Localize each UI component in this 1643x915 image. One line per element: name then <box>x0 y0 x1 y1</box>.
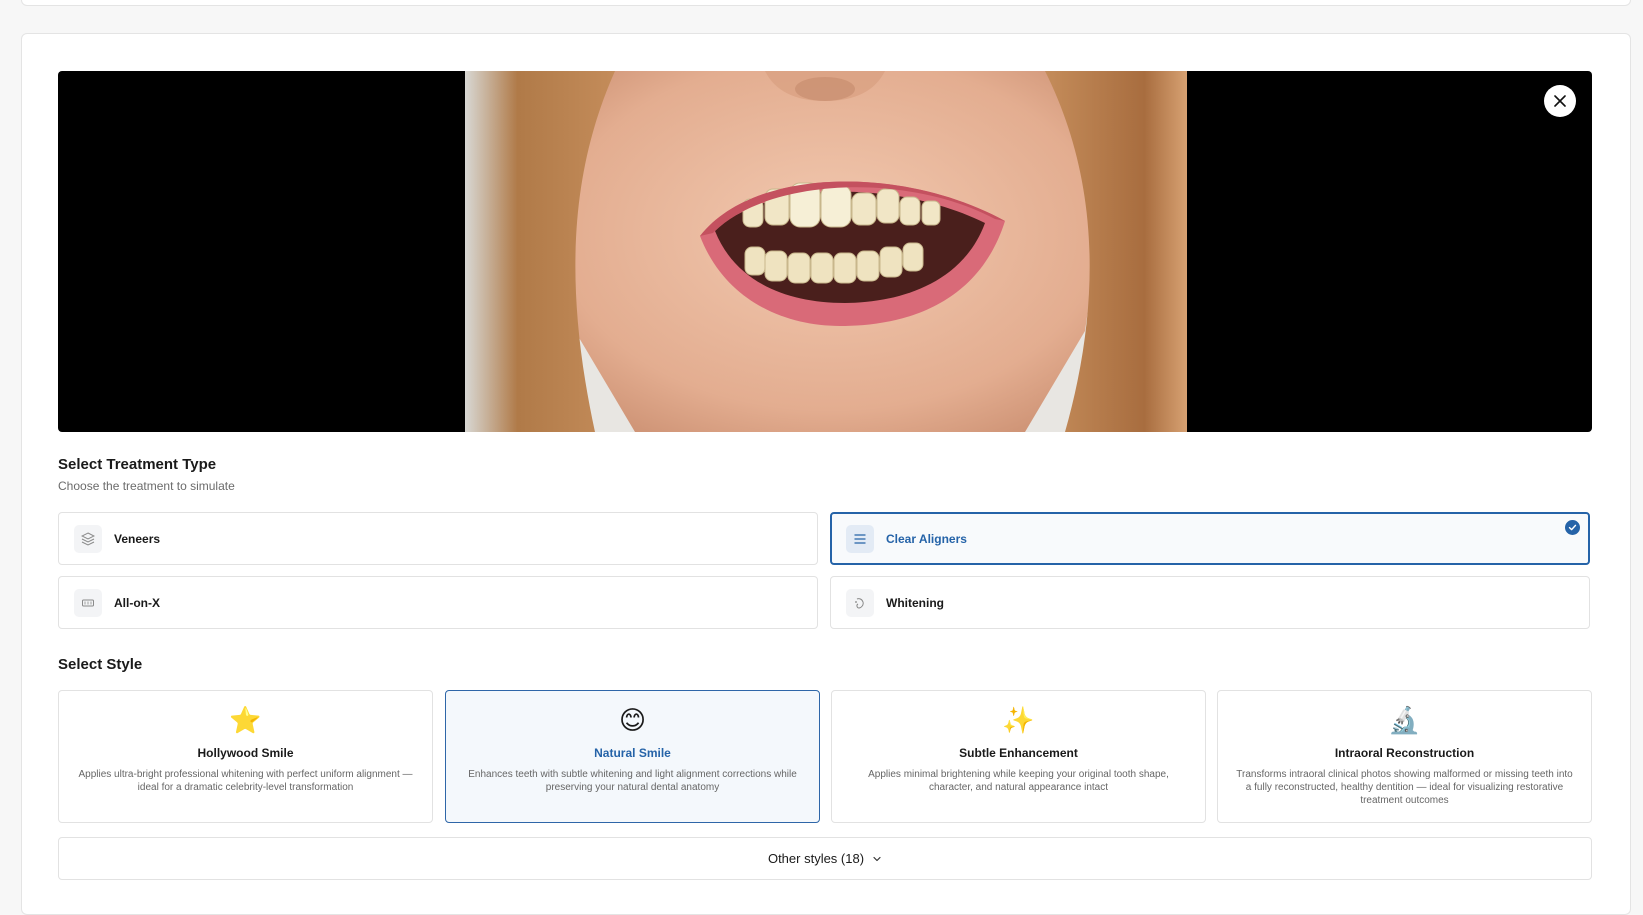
style-description: Applies ultra-bright professional whiten… <box>78 769 413 793</box>
other-styles-label: Other styles (18) <box>767 851 865 866</box>
sparkles-icon: ✨ <box>1002 706 1035 736</box>
style-name: Subtle Enhancement <box>959 746 1078 760</box>
style-name: Natural Smile <box>594 746 671 760</box>
menu-lines-icon <box>846 524 874 553</box>
treatment-section-title: Select Treatment Type <box>58 456 217 473</box>
smiling-face-icon: 😊 <box>618 706 647 736</box>
style-card-natural-smile[interactable]: 😊 Natural Smile Enhances teeth with subt… <box>445 690 820 823</box>
style-name: Hollywood Smile <box>197 746 294 760</box>
implant-bar-icon <box>74 588 102 617</box>
style-card-intraoral-reconstruction[interactable]: 🔬 Intraoral Reconstruction Transforms in… <box>1217 690 1592 823</box>
uploaded-smile-photo <box>465 71 1187 432</box>
microscope-icon: 🔬 <box>1388 706 1421 736</box>
checkmark-icon <box>1565 520 1580 535</box>
treatment-option-veneers[interactable]: Veneers <box>58 512 818 565</box>
style-name: Intraoral Reconstruction <box>1334 746 1475 760</box>
close-preview-button[interactable] <box>1544 85 1576 117</box>
treatment-option-whitening[interactable]: Whitening <box>830 576 1590 629</box>
previous-card <box>21 0 1631 6</box>
treatment-option-label: Veneers <box>114 531 161 546</box>
treatment-option-all-on-x[interactable]: All-on-X <box>58 576 818 629</box>
star-icon: ⭐ <box>229 706 262 736</box>
style-description: Transforms intraoral clinical photos sho… <box>1236 769 1573 806</box>
style-card-subtle-enhancement[interactable]: ✨ Subtle Enhancement Applies minimal bri… <box>831 690 1206 823</box>
style-section-title: Select Style <box>58 656 143 673</box>
layers-icon <box>74 524 102 553</box>
style-description: Applies minimal brightening while keepin… <box>868 769 1169 793</box>
treatment-option-label: All-on-X <box>114 595 160 610</box>
close-icon <box>1554 95 1566 107</box>
treatment-section-subtitle: Choose the treatment to simulate <box>58 479 235 493</box>
treatment-option-label: Whitening <box>886 595 944 610</box>
treatment-option-clear-aligners[interactable]: Clear Aligners <box>830 512 1590 565</box>
other-styles-button[interactable]: Other styles (18) <box>58 837 1592 880</box>
sparkle-tooth-icon <box>846 588 874 617</box>
style-card-hollywood-smile[interactable]: ⭐ Hollywood Smile Applies ultra-bright p… <box>58 690 433 823</box>
image-preview <box>58 71 1592 432</box>
treatment-option-label: Clear Aligners <box>886 531 967 546</box>
chevron-down-icon <box>872 854 882 864</box>
style-description: Enhances teeth with subtle whitening and… <box>468 769 797 793</box>
